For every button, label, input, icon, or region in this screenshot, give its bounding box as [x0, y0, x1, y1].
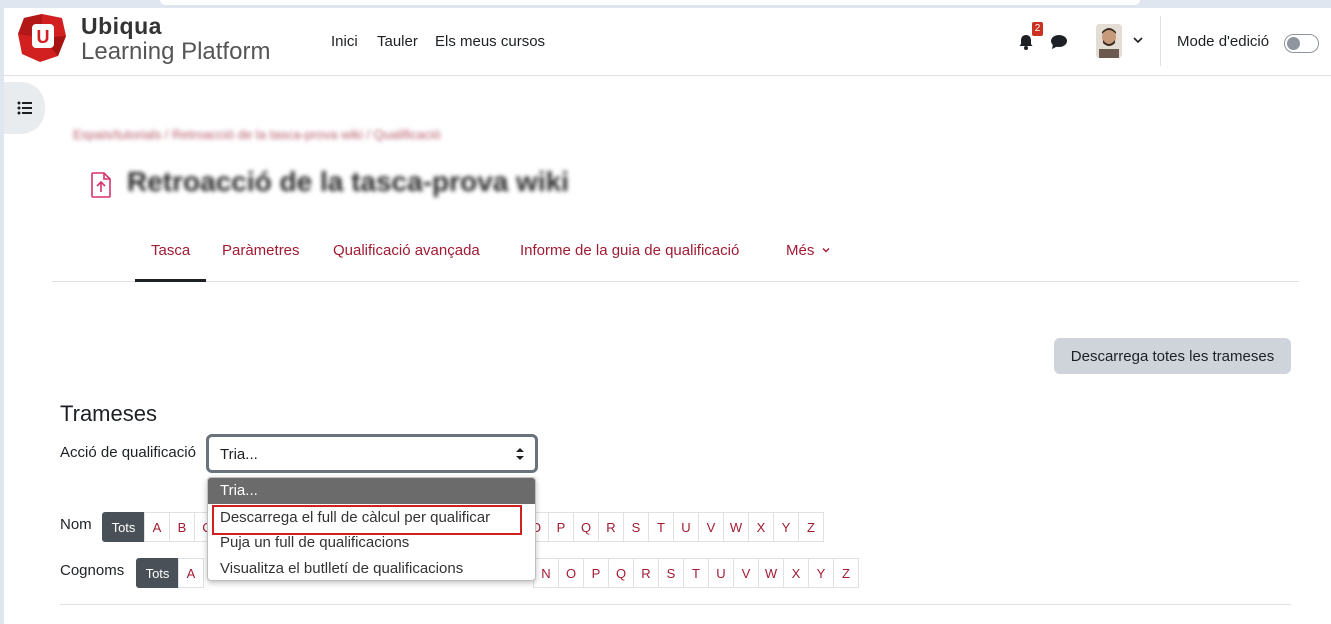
first-name-initial[interactable]: Q	[573, 512, 599, 542]
last-name-initial[interactable]: T	[683, 558, 709, 588]
first-name-initials-label: Nom	[60, 516, 92, 533]
course-index-toggle-button[interactable]	[4, 82, 45, 134]
first-name-initial[interactable]: P	[548, 512, 574, 542]
grading-action-select[interactable]: Tria...	[206, 434, 538, 473]
brand-subtitle: Learning Platform	[81, 38, 271, 65]
top-navbar: U Ubiqua Learning Platform Inici Tauler …	[4, 8, 1331, 76]
highlight-annotation-box	[212, 505, 522, 535]
first-name-initial[interactable]: T	[648, 512, 674, 542]
last-name-initial[interactable]: P	[583, 558, 609, 588]
notification-count-badge: 2	[1032, 22, 1043, 36]
submissions-heading: Trameses	[60, 401, 157, 426]
chevron-down-icon	[822, 248, 830, 253]
last-name-initials-label: Cognoms	[60, 562, 125, 579]
tab-grading-guide-report[interactable]: Informe de la guia de qualificació	[520, 232, 739, 282]
grading-action-label: Acció de qualificació	[60, 444, 196, 461]
last-name-initial[interactable]: Y	[808, 558, 834, 588]
list-icon	[17, 101, 32, 115]
svg-text:U: U	[37, 27, 50, 47]
first-name-initial[interactable]: Z	[798, 512, 824, 542]
first-name-initial[interactable]: S	[623, 512, 649, 542]
download-all-submissions-button[interactable]: Descarrega totes les trameses	[1054, 338, 1291, 374]
edit-mode-toggle[interactable]	[1284, 34, 1319, 53]
first-name-initial[interactable]: A	[144, 512, 170, 542]
edit-mode-label: Mode d'edició	[1177, 33, 1270, 50]
option-view-gradebook[interactable]: Visualitza el butlletí de qualificacions	[208, 556, 535, 580]
last-name-initial[interactable]: W	[758, 558, 784, 588]
last-name-initial[interactable]: O	[558, 558, 584, 588]
tab-more[interactable]: Més	[786, 232, 831, 282]
last-name-initials-bar-right: N O P Q R S T U V W X Y Z	[533, 558, 859, 588]
last-name-all-button[interactable]: Tots	[136, 558, 179, 588]
nav-my-courses-link[interactable]: Els meus cursos	[435, 33, 545, 50]
page-title: Retroacció de la tasca-prova wiki	[127, 166, 569, 197]
first-name-initial[interactable]: V	[698, 512, 724, 542]
first-name-initials-bar-right: O P Q R S T U V W X Y Z	[523, 512, 824, 542]
browser-top-strip	[0, 0, 1331, 8]
first-name-initial[interactable]: X	[748, 512, 774, 542]
first-name-all-button[interactable]: Tots	[102, 512, 145, 542]
last-name-initial[interactable]: X	[783, 558, 809, 588]
first-name-initials-bar: Tots A B C	[102, 512, 220, 542]
ubiqua-logo[interactable]: U	[18, 14, 68, 62]
last-name-initial[interactable]: Q	[608, 558, 634, 588]
last-name-initial[interactable]: S	[658, 558, 684, 588]
last-name-initial[interactable]: U	[708, 558, 734, 588]
navbar-divider	[1160, 16, 1161, 66]
messages-chat-icon[interactable]	[1050, 34, 1068, 50]
last-name-initial[interactable]: Z	[833, 558, 859, 588]
tab-advanced-grading[interactable]: Qualificació avançada	[333, 232, 480, 282]
last-name-initial[interactable]: V	[733, 558, 759, 588]
tab-assignment[interactable]: Tasca	[135, 232, 206, 282]
breadcrumb[interactable]: Espais/tutorials / Retroacció de la tasc…	[73, 127, 441, 142]
last-name-initial[interactable]: A	[178, 558, 204, 588]
nav-home-link[interactable]: Inici	[331, 33, 358, 50]
grading-action-selected-value: Tria...	[220, 446, 258, 463]
first-name-initial[interactable]: U	[673, 512, 699, 542]
first-name-initial[interactable]: Y	[773, 512, 799, 542]
table-top-divider	[60, 604, 1291, 605]
last-name-initial[interactable]: R	[633, 558, 659, 588]
assignment-upload-icon	[91, 172, 111, 198]
select-updown-arrows-icon	[516, 448, 524, 460]
user-menu-chevron-down-icon[interactable]	[1132, 34, 1144, 46]
last-name-initial[interactable]: N	[533, 558, 559, 588]
first-name-initial[interactable]: R	[598, 512, 624, 542]
first-name-initial[interactable]: B	[169, 512, 195, 542]
first-name-initial[interactable]: W	[723, 512, 749, 542]
nav-dashboard-link[interactable]: Tauler	[377, 33, 418, 50]
tab-settings[interactable]: Paràmetres	[222, 232, 300, 282]
user-avatar[interactable]	[1096, 24, 1122, 58]
brand-name: Ubiqua	[81, 13, 162, 39]
secondary-navigation: Tasca Paràmetres Qualificació avançada I…	[52, 232, 1299, 282]
option-choose[interactable]: Tria...	[208, 478, 535, 504]
last-name-initials-bar: Tots A	[136, 558, 204, 588]
